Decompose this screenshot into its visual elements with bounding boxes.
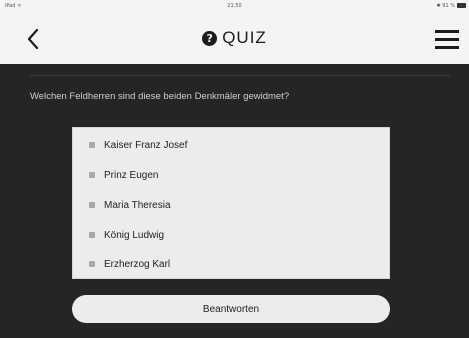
radio-square-icon (89, 261, 95, 267)
answer-option[interactable]: Kaiser Franz Josef (73, 130, 389, 160)
answer-option-label: Prinz Eugen (104, 169, 159, 181)
nav-title-group: ? QUIZ (0, 12, 469, 64)
divider (30, 75, 450, 76)
menu-button[interactable] (435, 30, 459, 50)
answer-options: Kaiser Franz Josef Prinz Eugen Maria The… (72, 127, 390, 279)
answer-option[interactable]: König Ludwig (73, 220, 389, 250)
answer-option-label: Maria Theresia (104, 199, 171, 211)
battery-icon (457, 3, 466, 8)
help-circle-icon: ? (202, 30, 218, 46)
page-title: QUIZ (222, 28, 267, 47)
answer-option[interactable]: Erzherzog Karl (73, 249, 389, 279)
answer-option-label: König Ludwig (104, 229, 165, 241)
quiz-question: Welchen Feldherren sind diese beiden Den… (30, 91, 290, 102)
hamburger-menu-icon (435, 38, 459, 41)
hamburger-menu-icon (435, 30, 459, 33)
answer-option[interactable]: Prinz Eugen (73, 160, 389, 190)
radio-square-icon (89, 232, 95, 238)
battery-percentage: ✱ 91 % (436, 3, 455, 9)
radio-square-icon (89, 202, 95, 208)
radio-square-icon (89, 172, 95, 178)
answer-option[interactable]: Maria Theresia (73, 190, 389, 220)
status-bar: iPad ᯤ 21:50 ✱ 91 % (0, 0, 469, 12)
quiz-content: Welchen Feldherren sind diese beiden Den… (0, 64, 469, 338)
nav-bar: ? QUIZ (0, 12, 469, 64)
answer-option-label: Erzherzog Karl (104, 258, 171, 270)
hamburger-menu-icon (435, 46, 459, 49)
status-time: 21:50 (227, 3, 242, 9)
answer-option-label: Kaiser Franz Josef (104, 139, 188, 151)
submit-answer-button[interactable]: Beantworten (72, 295, 390, 323)
radio-square-icon (89, 142, 95, 148)
